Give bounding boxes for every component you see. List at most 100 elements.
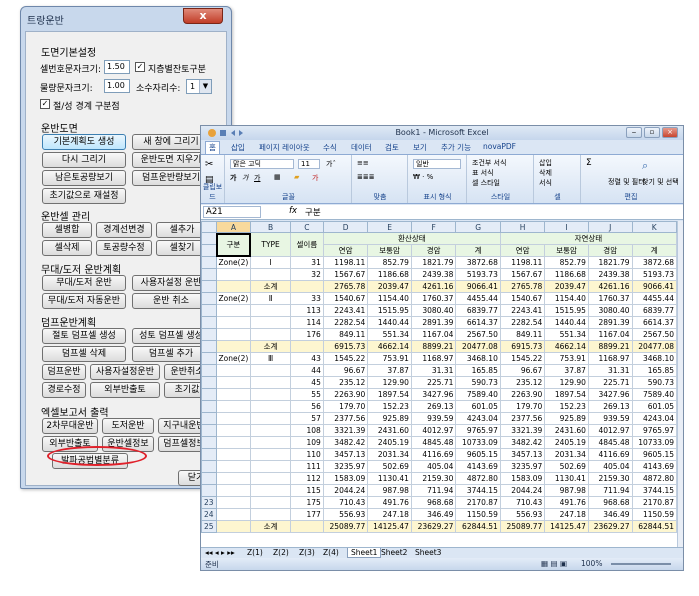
row-header[interactable]: 24 bbox=[201, 508, 217, 521]
cell-type[interactable] bbox=[250, 412, 291, 425]
cell-number[interactable] bbox=[289, 520, 324, 533]
find-select-button[interactable]: 찾기 및 선택 bbox=[642, 177, 679, 187]
cell-gubun[interactable] bbox=[215, 448, 252, 461]
view-icons[interactable]: ▦ ▤ ▣ bbox=[541, 559, 567, 568]
cell-value[interactable]: 2039.47 bbox=[367, 280, 412, 293]
cell-value[interactable]: 8899.21 bbox=[410, 340, 457, 353]
cell-value[interactable]: 2159.30 bbox=[410, 472, 457, 485]
tab-home[interactable]: 홈 bbox=[205, 141, 220, 154]
cell-value[interactable]: 2044.24 bbox=[499, 484, 546, 497]
cell-type[interactable]: Ⅱ bbox=[250, 292, 291, 305]
cell-value[interactable]: 4872.80 bbox=[631, 472, 677, 485]
cell-value[interactable]: 62844.51 bbox=[455, 520, 501, 533]
cell-value[interactable]: 2170.87 bbox=[455, 496, 501, 509]
row-header[interactable] bbox=[201, 364, 217, 377]
undo-icon[interactable] bbox=[231, 130, 235, 136]
cell-number[interactable]: 45 bbox=[289, 376, 324, 389]
cell-value[interactable]: 2439.38 bbox=[587, 268, 633, 281]
cell-number[interactable]: 115 bbox=[289, 484, 324, 497]
cell-value[interactable]: 1198.11 bbox=[322, 256, 369, 269]
cell-value[interactable]: 3468.10 bbox=[631, 352, 677, 365]
cell-value[interactable]: 3872.68 bbox=[455, 256, 501, 269]
clear-haul-button[interactable]: 운반도면 지우기 bbox=[132, 152, 210, 168]
cell-value[interactable]: 4116.69 bbox=[587, 448, 633, 461]
cell-value[interactable]: 968.68 bbox=[410, 496, 457, 509]
row-header[interactable]: 23 bbox=[201, 496, 217, 509]
column-header[interactable]: B bbox=[250, 221, 291, 233]
cell-number[interactable]: 43 bbox=[289, 352, 324, 365]
cell-value[interactable]: 247.18 bbox=[367, 508, 412, 521]
cell-gubun[interactable] bbox=[215, 508, 252, 521]
tab-addins[interactable]: 추가 기능 bbox=[441, 142, 471, 153]
cell-value[interactable]: 225.71 bbox=[587, 376, 633, 389]
cell-number[interactable]: 114 bbox=[289, 316, 324, 329]
new-window-draw-button[interactable]: 새 창에 그리기 bbox=[132, 134, 210, 150]
cell-value[interactable]: 225.71 bbox=[410, 376, 457, 389]
tab-data[interactable]: 데이터 bbox=[351, 142, 372, 153]
cell-number[interactable]: 108 bbox=[289, 424, 324, 437]
cell-value[interactable]: 852.79 bbox=[544, 256, 589, 269]
cell-value[interactable]: 405.04 bbox=[587, 460, 633, 473]
cell-gubun[interactable] bbox=[215, 364, 252, 377]
cell-value[interactable]: 3427.96 bbox=[587, 388, 633, 401]
cell-gubun[interactable] bbox=[215, 520, 252, 533]
column-header[interactable]: C bbox=[289, 221, 324, 233]
cell-value[interactable]: 4116.69 bbox=[410, 448, 457, 461]
cell-value[interactable]: 7589.40 bbox=[631, 388, 677, 401]
cell-number[interactable]: 177 bbox=[289, 508, 324, 521]
fill-haul-view-button[interactable]: 덤프운반량보기 bbox=[132, 170, 210, 186]
dialog-close-button[interactable]: x bbox=[183, 8, 223, 24]
cell-type[interactable]: Ⅰ bbox=[250, 256, 291, 269]
row-header[interactable] bbox=[201, 328, 217, 341]
cell-value[interactable]: 2282.54 bbox=[322, 316, 369, 329]
border-icon[interactable]: ▦ bbox=[274, 173, 281, 181]
cell-value[interactable]: 4143.69 bbox=[455, 460, 501, 473]
cell-value[interactable]: 25089.77 bbox=[322, 520, 369, 533]
cell-value[interactable]: 601.05 bbox=[631, 400, 677, 413]
cell-value[interactable]: 1198.11 bbox=[499, 256, 546, 269]
cell-value[interactable]: 1760.37 bbox=[587, 292, 633, 305]
cell-value[interactable]: 2891.39 bbox=[587, 316, 633, 329]
column-header[interactable]: E bbox=[367, 221, 412, 233]
number-format-box[interactable]: 일반 bbox=[413, 159, 461, 169]
cell-value[interactable]: 96.67 bbox=[499, 364, 546, 377]
cell-value[interactable]: 2031.34 bbox=[544, 448, 589, 461]
remaining-soil-button[interactable]: 남은토공량보기 bbox=[42, 170, 126, 186]
save-icon[interactable] bbox=[220, 130, 226, 136]
cell-value[interactable]: 1583.09 bbox=[499, 472, 546, 485]
cell-value[interactable]: 2377.56 bbox=[499, 412, 546, 425]
office-button-icon[interactable] bbox=[208, 129, 216, 137]
cell-number[interactable]: 56 bbox=[289, 400, 324, 413]
cell-value[interactable]: 6839.77 bbox=[455, 304, 501, 317]
cut-dump-cell-button[interactable]: 절토 덤프셀 생성 bbox=[42, 328, 126, 344]
select-all-corner[interactable] bbox=[201, 221, 217, 233]
cell-gubun[interactable] bbox=[215, 388, 252, 401]
cell-value[interactable]: 556.93 bbox=[499, 508, 546, 521]
close-window-button[interactable]: × bbox=[662, 127, 678, 138]
cell-value[interactable]: 269.13 bbox=[587, 400, 633, 413]
tab-insert[interactable]: 삽입 bbox=[231, 142, 245, 153]
cell-value[interactable]: 1545.22 bbox=[499, 352, 546, 365]
cell-gubun[interactable] bbox=[215, 340, 252, 353]
cell-value[interactable]: 968.68 bbox=[587, 496, 633, 509]
cell-value[interactable]: 3321.39 bbox=[322, 424, 369, 437]
row-header[interactable] bbox=[201, 424, 217, 437]
cell-gubun[interactable] bbox=[215, 412, 252, 425]
cell-value[interactable]: 23629.27 bbox=[587, 520, 633, 533]
secondary-haul-button[interactable]: 2차무대운반 bbox=[42, 418, 98, 434]
redo-icon[interactable] bbox=[239, 130, 243, 136]
insert-cells-button[interactable]: 삽입 bbox=[539, 158, 552, 168]
cell-value[interactable]: 4243.04 bbox=[455, 412, 501, 425]
cell-value[interactable]: 2159.30 bbox=[587, 472, 633, 485]
cell-value[interactable]: 2439.38 bbox=[410, 268, 457, 281]
cell-value[interactable]: 849.11 bbox=[499, 328, 546, 341]
dump-cell-add-button[interactable]: 덤프셀 추가 bbox=[132, 346, 210, 362]
cell-value[interactable]: 1821.79 bbox=[410, 256, 457, 269]
cell-value[interactable]: 1540.67 bbox=[322, 292, 369, 305]
cell-gubun[interactable]: Zone(2) bbox=[215, 292, 252, 305]
cell-value[interactable]: 4662.14 bbox=[544, 340, 589, 353]
cell-value[interactable]: 1186.68 bbox=[367, 268, 412, 281]
delete-cells-button[interactable]: 삭제 bbox=[539, 168, 552, 178]
cell-number[interactable]: 31 bbox=[289, 256, 324, 269]
cell-value[interactable]: 14125.47 bbox=[367, 520, 412, 533]
